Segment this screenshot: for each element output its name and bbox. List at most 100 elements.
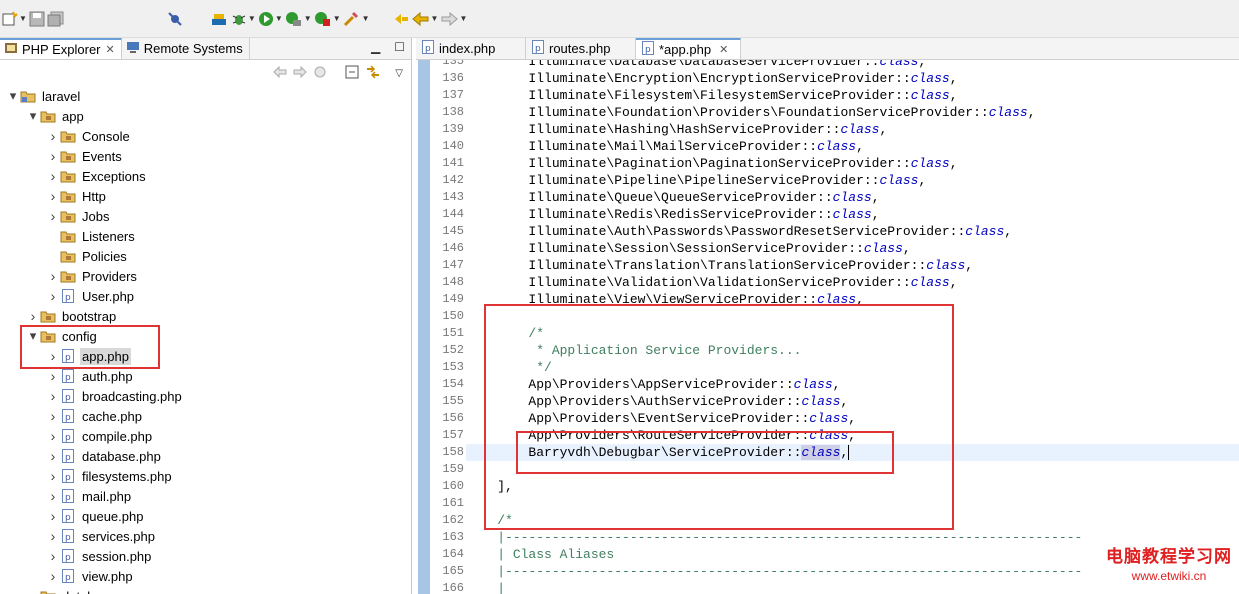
chevron-right-icon[interactable]: ›	[46, 468, 60, 484]
tree-item[interactable]: › p queue.php	[0, 506, 411, 526]
code-line[interactable]: Illuminate\Session\SessionServiceProvide…	[466, 240, 1239, 257]
code-line[interactable]: */	[466, 359, 1239, 376]
code-line[interactable]: Illuminate\Encryption\EncryptionServiceP…	[466, 70, 1239, 87]
skip-breakpoints-button[interactable]	[167, 8, 183, 30]
code-line[interactable]	[466, 308, 1239, 325]
up-nav-icon[interactable]	[313, 65, 327, 82]
code-line[interactable]	[466, 461, 1239, 478]
chevron-right-icon[interactable]: ›	[46, 268, 60, 284]
code-line[interactable]: Illuminate\Mail\MailServiceProvider::cla…	[466, 138, 1239, 155]
code-line[interactable]: * Application Service Providers...	[466, 342, 1239, 359]
code-line[interactable]: Illuminate\View\ViewServiceProvider::cla…	[466, 291, 1239, 308]
code-line[interactable]: Illuminate\Redis\RedisServiceProvider::c…	[466, 206, 1239, 223]
chevron-down-icon[interactable]: ▾	[26, 328, 40, 344]
code-line[interactable]: Illuminate\Pagination\PaginationServiceP…	[466, 155, 1239, 172]
code-line[interactable]: App\Providers\AppServiceProvider::class,	[466, 376, 1239, 393]
new-wizard-button[interactable]: ▼	[2, 8, 27, 30]
tab-remote-systems[interactable]: Remote Systems	[122, 38, 250, 59]
external-tools-button[interactable]: ▼	[314, 8, 341, 30]
tree-item[interactable]: › p mail.php	[0, 486, 411, 506]
editor-tab-app[interactable]: p *app.php ✕	[636, 38, 741, 59]
chevron-right-icon[interactable]: ›	[46, 388, 60, 404]
chevron-right-icon[interactable]: ›	[46, 408, 60, 424]
tree-item[interactable]: › p cache.php	[0, 406, 411, 426]
editor-tab-routes[interactable]: p routes.php	[526, 38, 636, 59]
chevron-down-icon[interactable]: ▾	[6, 88, 20, 104]
code-line[interactable]: Illuminate\Hashing\HashServiceProvider::…	[466, 121, 1239, 138]
code-lines[interactable]: Illuminate\Database\DatabaseServiceProvi…	[466, 60, 1239, 594]
code-line[interactable]: App\Providers\EventServiceProvider::clas…	[466, 410, 1239, 427]
tree-item[interactable]: Policies	[0, 246, 411, 266]
tree-item[interactable]: › p services.php	[0, 526, 411, 546]
chevron-right-icon[interactable]: ›	[46, 548, 60, 564]
tree-item[interactable]: › Providers	[0, 266, 411, 286]
editor-tab-index[interactable]: p index.php	[416, 38, 526, 59]
chevron-right-icon[interactable]: ›	[46, 528, 60, 544]
tree-item[interactable]: › bootstrap	[0, 306, 411, 326]
chevron-right-icon[interactable]: ›	[46, 288, 60, 304]
tree-item[interactable]: › p app.php	[0, 346, 411, 366]
link-with-editor-icon[interactable]	[365, 64, 381, 82]
minimize-icon[interactable]: ▁	[371, 40, 380, 54]
run-button[interactable]: ▼	[258, 8, 283, 30]
code-line[interactable]: Illuminate\Auth\Passwords\PasswordResetS…	[466, 223, 1239, 240]
chevron-right-icon[interactable]: ›	[46, 568, 60, 584]
code-line[interactable]: App\Providers\RouteServiceProvider::clas…	[466, 427, 1239, 444]
tree-item[interactable]: ▾ laravel	[0, 86, 411, 106]
chevron-right-icon[interactable]: ›	[46, 208, 60, 224]
search-button[interactable]: ▼	[343, 8, 370, 30]
run-coverage-button[interactable]: ▼	[285, 8, 312, 30]
code-line[interactable]: App\Providers\AuthServiceProvider::class…	[466, 393, 1239, 410]
tree-item[interactable]: ▾ config	[0, 326, 411, 346]
chevron-right-icon[interactable]: ›	[46, 348, 60, 364]
tree-item[interactable]: › Console	[0, 126, 411, 146]
chevron-right-icon[interactable]: ›	[46, 368, 60, 384]
tree-item[interactable]: › p compile.php	[0, 426, 411, 446]
chevron-right-icon[interactable]: ›	[46, 488, 60, 504]
chevron-right-icon[interactable]: ›	[26, 588, 40, 594]
tree-item[interactable]: › p filesystems.php	[0, 466, 411, 486]
tree-item[interactable]: › Jobs	[0, 206, 411, 226]
code-area[interactable]: 135 136 137 138 139 140 141 142 143 144 145 146 147 1…	[416, 60, 1239, 594]
code-line[interactable]: ],	[466, 478, 1239, 495]
chevron-right-icon[interactable]: ›	[26, 308, 40, 324]
chevron-right-icon[interactable]: ›	[46, 188, 60, 204]
tree-item[interactable]: › Http	[0, 186, 411, 206]
view-menu-icon[interactable]: ▽	[395, 68, 403, 79]
last-edit-button[interactable]	[392, 8, 410, 30]
build-button[interactable]	[211, 8, 229, 30]
chevron-right-icon[interactable]: ›	[46, 448, 60, 464]
debug-button[interactable]: ▼	[231, 8, 256, 30]
tree-item[interactable]: › Events	[0, 146, 411, 166]
back-nav-icon[interactable]	[273, 65, 287, 81]
code-line[interactable]: /*	[466, 325, 1239, 342]
tree-item[interactable]: › p broadcasting.php	[0, 386, 411, 406]
chevron-right-icon[interactable]: ›	[46, 128, 60, 144]
code-line[interactable]: Illuminate\Database\DatabaseServiceProvi…	[466, 60, 1239, 70]
close-icon[interactable]: ✕	[106, 43, 115, 56]
tree-item[interactable]: ▾ app	[0, 106, 411, 126]
tree-item[interactable]: › database	[0, 586, 411, 594]
code-line[interactable]: Illuminate\Translation\TranslationServic…	[466, 257, 1239, 274]
chevron-right-icon[interactable]: ›	[46, 148, 60, 164]
code-line[interactable]: Illuminate\Pipeline\PipelineServiceProvi…	[466, 172, 1239, 189]
forward-button[interactable]: ▼	[440, 8, 467, 30]
tree-item[interactable]: Listeners	[0, 226, 411, 246]
chevron-right-icon[interactable]: ›	[46, 168, 60, 184]
chevron-right-icon[interactable]: ›	[46, 508, 60, 524]
forward-nav-icon[interactable]	[293, 65, 308, 81]
code-line[interactable]: /*	[466, 512, 1239, 529]
tree-item[interactable]: › Exceptions	[0, 166, 411, 186]
tree-item[interactable]: › p User.php	[0, 286, 411, 306]
code-line[interactable]	[466, 495, 1239, 512]
save-button[interactable]	[29, 8, 45, 30]
code-line[interactable]: Barryvdh\Debugbar\ServiceProvider::class…	[466, 444, 1239, 461]
code-line[interactable]: Illuminate\Queue\QueueServiceProvider::c…	[466, 189, 1239, 206]
maximize-icon[interactable]: ☐	[394, 40, 405, 54]
code-line[interactable]: Illuminate\Foundation\Providers\Foundati…	[466, 104, 1239, 121]
code-line[interactable]: Illuminate\Filesystem\FilesystemServiceP…	[466, 87, 1239, 104]
tree-item[interactable]: › p database.php	[0, 446, 411, 466]
tree-item[interactable]: › p view.php	[0, 566, 411, 586]
collapse-all-icon[interactable]	[345, 65, 359, 82]
save-all-button[interactable]	[47, 8, 65, 30]
